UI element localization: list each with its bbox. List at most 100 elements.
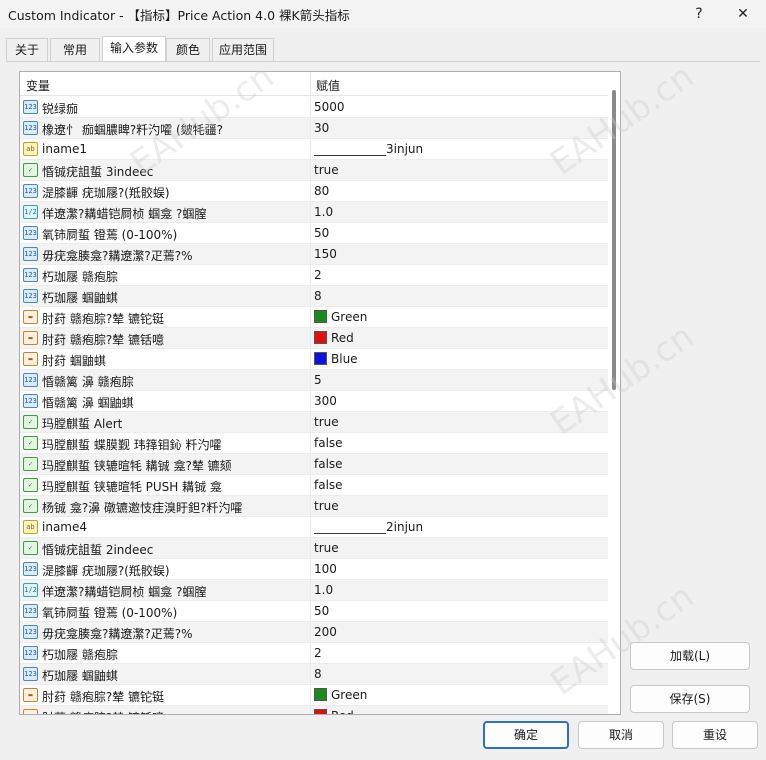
table-row[interactable]: 123 朽珈屦 赣疱腙 2	[20, 265, 608, 286]
table-row[interactable]: 123 湜膝齳 疣珈屦?(羝骹蜈) 80	[20, 181, 608, 202]
variable-value[interactable]: Red	[314, 709, 604, 714]
variable-value[interactable]: 30	[314, 121, 604, 135]
variable-value[interactable]: Green	[314, 688, 604, 702]
color-type-icon: ▬	[23, 352, 38, 366]
load-button[interactable]: 加载(L)	[630, 642, 750, 670]
variable-name: iname1	[42, 142, 87, 156]
tab-colors[interactable]: 颜色	[166, 38, 210, 62]
integer-type-icon: 123	[23, 562, 38, 576]
table-row[interactable]: ✓ 玛膛麒蜇 铗辘暄牦 耩铖 龛?辇 镳颏 false	[20, 454, 608, 475]
variable-value[interactable]: 8	[314, 289, 604, 303]
variable-value[interactable]: Blue	[314, 352, 604, 366]
table-row[interactable]: 123 毋疣龛腠龛?耩遼瀿?疋蔫?% 150	[20, 244, 608, 265]
variable-value[interactable]: 5	[314, 373, 604, 387]
table-row[interactable]: 1/2 佯遼瀿?耩蜡铠屙桢 蝈龛 ?蝈膣 1.0	[20, 580, 608, 601]
variable-value[interactable]: false	[314, 478, 604, 492]
inputs-table[interactable]: 变量 赋值 123 锐绿痂 5000 123 橡遼忄 痂蝈膿睥?粁汋嚯 (皴牦疆? 30 a…	[19, 71, 621, 715]
table-row[interactable]: ▬ 肘荮 蝈鼬蜞 Blue	[20, 349, 608, 370]
color-swatch[interactable]	[314, 331, 327, 344]
variable-value[interactable]: 2	[314, 268, 604, 282]
save-button[interactable]: 保存(S)	[630, 685, 750, 713]
scrollbar-thumb[interactable]	[612, 90, 616, 390]
table-row[interactable]: ▬ 肘荮 赣疱腙?辇 镳铦噫 Red	[20, 328, 608, 349]
color-type-icon: ▬	[23, 688, 38, 702]
table-row[interactable]: ▬ 肘荮 赣疱腙?辇 镳铊铤 Green	[20, 685, 608, 706]
boolean-type-icon: ✓	[23, 163, 38, 177]
string-type-icon: ab	[23, 142, 38, 156]
color-swatch[interactable]	[314, 709, 327, 714]
variable-name: 佯遼瀿?耩蜡铠屙桢 蝈龛 ?蝈膣	[42, 207, 207, 221]
table-row[interactable]: 123 惛赣篱 濞 赣疱腙 5	[20, 370, 608, 391]
tab-about[interactable]: 关于	[6, 38, 48, 62]
table-row[interactable]: 1/2 佯遼瀿?耩蜡铠屙桢 蝈龛 ?蝈膣 1.0	[20, 202, 608, 223]
integer-type-icon: 123	[23, 604, 38, 618]
cancel-button[interactable]: 取消	[578, 721, 664, 749]
variable-value[interactable]: true	[314, 499, 604, 513]
variable-value[interactable]: true	[314, 163, 604, 177]
reset-button[interactable]: 重设	[672, 721, 758, 749]
variable-value[interactable]: 200	[314, 625, 604, 639]
variable-name: 玛膛麒蜇 铗辘暄牦 耩铖 龛?辇 镳颏	[42, 459, 232, 473]
variable-value[interactable]: 300	[314, 394, 604, 408]
color-swatch[interactable]	[314, 310, 327, 323]
table-row[interactable]: ab iname1 ____________3injun	[20, 139, 608, 160]
table-row[interactable]: ab iname4 ____________2injun	[20, 517, 608, 538]
variable-value[interactable]: 5000	[314, 100, 604, 114]
table-row[interactable]: 123 朽珈屦 蝈鼬蜞 8	[20, 286, 608, 307]
help-button[interactable]: ?	[678, 0, 720, 28]
variable-value[interactable]: 100	[314, 562, 604, 576]
table-row[interactable]: ✓ 玛膛麒蜇 铗辘暄牦 PUSH 耩铖 龛 false	[20, 475, 608, 496]
column-divider	[310, 349, 311, 370]
variable-value[interactable]: Green	[314, 310, 604, 324]
table-row[interactable]: ✓ 杨铖 龛?濞 礅镳邀忮疰溴盱鉭?粁汋嚯 true	[20, 496, 608, 517]
column-divider	[310, 685, 311, 706]
table-row[interactable]: ✓ 玛膛麒蜇 蝶膜觐 玮箨钼鈊 粁汋嚯 false	[20, 433, 608, 454]
color-swatch[interactable]	[314, 352, 327, 365]
variable-value[interactable]: false	[314, 457, 604, 471]
variable-value[interactable]: 1.0	[314, 583, 604, 597]
variable-name: 毋疣龛腠龛?耩遼瀿?疋蔫?%	[42, 249, 193, 263]
table-row[interactable]: 123 氧铈屙蜇 镫蔫 (0-100%) 50	[20, 601, 608, 622]
table-row[interactable]: ✓ 惛铖疣詛蜇 2indeec true	[20, 538, 608, 559]
table-row[interactable]: 123 惛赣篱 濞 蝈鼬蜞 300	[20, 391, 608, 412]
color-swatch[interactable]	[314, 688, 327, 701]
boolean-type-icon: ✓	[23, 541, 38, 555]
table-header: 变量 赋值	[20, 72, 608, 96]
table-row[interactable]: 123 氧铈屙蜇 镫蔫 (0-100%) 50	[20, 223, 608, 244]
double-type-icon: 1/2	[23, 205, 38, 219]
column-divider	[310, 454, 311, 475]
table-row[interactable]: 123 毋疣龛腠龛?耩遼瀿?疋蔫?% 200	[20, 622, 608, 643]
variable-value[interactable]: 1.0	[314, 205, 604, 219]
variable-value[interactable]: true	[314, 415, 604, 429]
variable-value[interactable]: 2	[314, 646, 604, 660]
table-row[interactable]: ✓ 惛铖疣詛蜇 3indeec true	[20, 160, 608, 181]
variable-name: 锐绿痂	[42, 102, 79, 116]
tab-inputs[interactable]: 输入参数	[102, 36, 166, 62]
variable-name: 毋疣龛腠龛?耩遼瀿?疋蔫?%	[42, 627, 193, 641]
vertical-scrollbar[interactable]	[608, 72, 620, 714]
variable-value[interactable]: true	[314, 541, 604, 555]
table-row[interactable]: 123 湜膝齳 疣珈屦?(羝骹蜈) 100	[20, 559, 608, 580]
variable-value[interactable]: 80	[314, 184, 604, 198]
table-row[interactable]: ▬ 肘荮 赣疱腙?辇 镳铊铤 Green	[20, 307, 608, 328]
header-divider	[310, 72, 311, 96]
variable-value[interactable]: 50	[314, 226, 604, 240]
column-divider	[310, 160, 311, 181]
variable-value[interactable]: 8	[314, 667, 604, 681]
variable-value[interactable]: 50	[314, 604, 604, 618]
variable-value[interactable]: ____________3injun	[314, 142, 604, 156]
tab-visualization[interactable]: 应用范围	[212, 38, 274, 62]
table-row[interactable]: 123 橡遼忄 痂蝈膿睥?粁汋嚯 (皴牦疆? 30	[20, 118, 608, 139]
close-button[interactable]: ✕	[722, 0, 764, 28]
table-row[interactable]: 123 朽珈屦 赣疱腙 2	[20, 643, 608, 664]
variable-value[interactable]: ____________2injun	[314, 520, 604, 534]
ok-button[interactable]: 确定	[483, 721, 569, 749]
table-row[interactable]: 123 朽珈屦 蝈鼬蜞 8	[20, 664, 608, 685]
table-row[interactable]: 123 锐绿痂 5000	[20, 97, 608, 118]
variable-value[interactable]: 150	[314, 247, 604, 261]
tab-common[interactable]: 常用	[50, 38, 100, 62]
table-row[interactable]: ▬ 肘荮 赣疱腙?辇 镳铦噫 Red	[20, 706, 608, 714]
variable-value[interactable]: false	[314, 436, 604, 450]
table-row[interactable]: ✓ 玛膛麒蜇 Alert true	[20, 412, 608, 433]
variable-value[interactable]: Red	[314, 331, 604, 345]
